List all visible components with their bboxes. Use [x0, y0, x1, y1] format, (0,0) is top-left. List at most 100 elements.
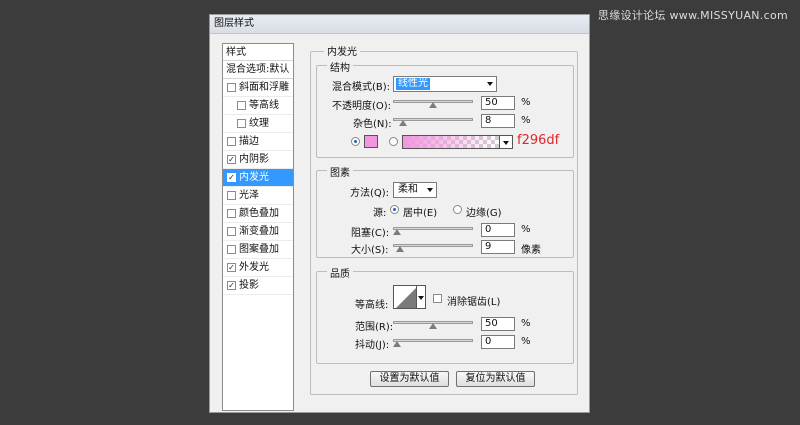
style-item[interactable]: 光泽 [223, 187, 293, 205]
source-center-radio[interactable] [390, 205, 399, 214]
style-item[interactable]: 等高线 [223, 97, 293, 115]
style-item-label: 等高线 [249, 100, 279, 111]
chevron-down-icon [427, 188, 433, 192]
opacity-label: 不透明度(O): [332, 101, 392, 112]
source-edge-radio[interactable] [453, 205, 462, 214]
elements-group: 图素 方法(Q): 柔和 源: 居中(E) 边缘(G) 阻塞(C): 0 % 大… [316, 164, 574, 258]
style-checkbox[interactable] [227, 245, 236, 254]
noise-unit: % [521, 115, 531, 126]
noise-slider[interactable] [393, 116, 473, 126]
opacity-unit: % [521, 97, 531, 108]
color-radio[interactable] [351, 137, 360, 146]
panel-title: 内发光 [324, 43, 360, 58]
jitter-label: 抖动(J): [355, 340, 390, 351]
glow-color-swatch[interactable] [364, 135, 378, 148]
style-item-label: 内阴影 [239, 154, 269, 165]
method-label: 方法(Q): [350, 188, 390, 199]
method-value: 柔和 [398, 184, 418, 195]
antialias-checkbox[interactable] [433, 294, 442, 303]
size-unit: 像素 [521, 245, 541, 256]
style-item[interactable]: 斜面和浮雕 [223, 79, 293, 97]
style-item[interactable]: ✓ 投影 [223, 277, 293, 295]
size-label: 大小(S): [351, 245, 389, 256]
style-checkbox[interactable]: ✓ [227, 155, 236, 164]
range-input[interactable]: 50 [481, 317, 515, 331]
layer-style-dialog: 图层样式 样式 混合选项:默认 斜面和浮雕 等高线 纹理 描边 ✓ 内阴影 ✓ 内发光 光泽 颜色… [209, 14, 590, 413]
blending-options-item[interactable]: 混合选项:默认 [223, 61, 293, 79]
quality-title: 品质 [327, 265, 353, 280]
antialias-label: 消除锯齿(L) [447, 297, 501, 308]
contour-dropdown[interactable] [417, 285, 426, 309]
watermark: 思缘设计论坛 www.MISSYUAN.com [597, 9, 788, 22]
style-item-label: 图案叠加 [239, 244, 279, 255]
opacity-input[interactable]: 50 [481, 96, 515, 110]
choke-unit: % [521, 224, 531, 235]
style-checkbox[interactable]: ✓ [227, 263, 236, 272]
style-checkbox[interactable] [227, 83, 236, 92]
style-item[interactable]: ✓ 内发光 [223, 169, 293, 187]
contour-label: 等高线: [355, 300, 389, 311]
choke-label: 阻塞(C): [351, 228, 390, 239]
glow-gradient-picker[interactable] [402, 135, 500, 149]
style-item[interactable]: 纹理 [223, 115, 293, 133]
blend-mode-value: 线性光 [396, 78, 430, 90]
style-checkbox[interactable] [227, 209, 236, 218]
noise-input[interactable]: 8 [481, 114, 515, 128]
style-item-label: 渐变叠加 [239, 226, 279, 237]
style-checkbox[interactable]: ✓ [227, 173, 236, 182]
inner-glow-panel: 内发光 结构 混合模式(B): 线性光 不透明度(O): 50 % 杂色(N):… [306, 43, 582, 411]
method-select[interactable]: 柔和 [393, 182, 437, 198]
style-checkbox[interactable] [227, 227, 236, 236]
slider-thumb[interactable] [429, 323, 437, 329]
contour-picker[interactable] [393, 285, 417, 309]
noise-label: 杂色(N): [353, 119, 392, 130]
style-item-label: 纹理 [249, 118, 269, 129]
slider-thumb[interactable] [393, 229, 401, 235]
style-item[interactable]: 描边 [223, 133, 293, 151]
blend-mode-label: 混合模式(B): [332, 82, 391, 93]
blend-mode-select[interactable]: 线性光 [393, 76, 497, 92]
range-unit: % [521, 318, 531, 329]
slider-thumb[interactable] [399, 120, 407, 126]
style-item[interactable]: 渐变叠加 [223, 223, 293, 241]
structure-group: 结构 混合模式(B): 线性光 不透明度(O): 50 % 杂色(N): 8 % [316, 59, 574, 158]
reset-default-button[interactable]: 复位为默认值 [456, 371, 535, 387]
style-item[interactable]: 颜色叠加 [223, 205, 293, 223]
color-note: f296df [517, 133, 560, 148]
gradient-radio[interactable] [389, 137, 398, 146]
range-slider[interactable] [393, 319, 473, 329]
slider-thumb[interactable] [393, 341, 401, 347]
opacity-slider[interactable] [393, 98, 473, 108]
style-checkbox[interactable] [227, 191, 236, 200]
slider-track [393, 244, 473, 247]
style-item-label: 描边 [239, 136, 259, 147]
style-item[interactable]: 图案叠加 [223, 241, 293, 259]
jitter-slider[interactable] [393, 337, 473, 347]
style-item-label: 外发光 [239, 262, 269, 273]
style-item-label: 光泽 [239, 190, 259, 201]
chevron-down-icon [487, 82, 493, 86]
style-checkbox[interactable] [237, 119, 246, 128]
dialog-title: 图层样式 [210, 15, 589, 34]
style-checkbox[interactable] [237, 101, 246, 110]
jitter-input[interactable]: 0 [481, 335, 515, 349]
style-checkbox[interactable]: ✓ [227, 281, 236, 290]
make-default-button[interactable]: 设置为默认值 [370, 371, 449, 387]
style-item[interactable]: ✓ 外发光 [223, 259, 293, 277]
style-checkbox[interactable] [227, 137, 236, 146]
range-label: 范围(R): [355, 322, 394, 333]
style-item-label: 斜面和浮雕 [239, 82, 289, 93]
slider-thumb[interactable] [429, 102, 437, 108]
size-input[interactable]: 9 [481, 240, 515, 254]
choke-input[interactable]: 0 [481, 223, 515, 237]
source-label: 源: [373, 208, 387, 219]
quality-group: 品质 等高线: 消除锯齿(L) 范围(R): 50 % 抖动(J): 0 % [316, 265, 574, 364]
choke-slider[interactable] [393, 225, 473, 235]
slider-track [393, 339, 473, 342]
gradient-dropdown[interactable] [500, 135, 513, 149]
style-item[interactable]: ✓ 内阴影 [223, 151, 293, 169]
slider-thumb[interactable] [396, 246, 404, 252]
style-list-header[interactable]: 样式 [223, 44, 293, 61]
size-slider[interactable] [393, 242, 473, 252]
style-item-label: 颜色叠加 [239, 208, 279, 219]
